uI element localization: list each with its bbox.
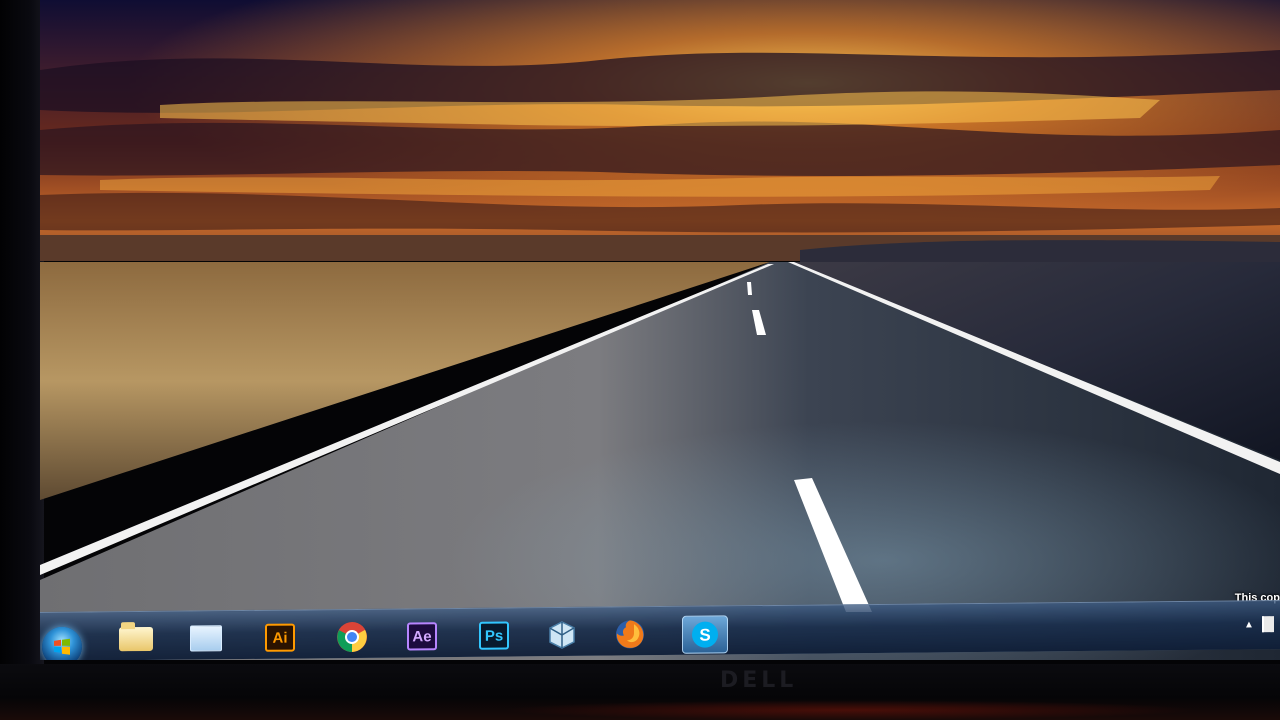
- firefox-icon: [616, 620, 644, 649]
- taskbar-explorer-button[interactable]: [114, 621, 158, 657]
- desktop-screen: This cop Ai Ae Ps S ▲: [40, 0, 1280, 660]
- show-hidden-icons-button[interactable]: ▲: [1244, 619, 1254, 630]
- chrome-icon: [337, 622, 367, 653]
- taskbar-illustrator-button[interactable]: Ai: [258, 619, 302, 655]
- taskbar-window-button[interactable]: [184, 620, 228, 656]
- illustrator-icon: Ai: [265, 623, 295, 652]
- window-icon: [190, 625, 222, 652]
- svg-text:S: S: [699, 626, 710, 645]
- desk-reflection: [500, 700, 1200, 720]
- taskbar-firefox-button[interactable]: [608, 616, 652, 652]
- windows-logo-icon: [54, 638, 70, 655]
- action-center-flag-icon[interactable]: [1261, 616, 1274, 633]
- monitor-brand-logo: DELL: [720, 668, 798, 693]
- photoshop-icon: Ps: [479, 621, 509, 650]
- taskbar-chrome-button[interactable]: [330, 619, 374, 655]
- taskbar-3d-app-button[interactable]: [540, 617, 584, 653]
- monitor-bezel-left: [0, 0, 44, 720]
- after-effects-icon: Ae: [407, 622, 437, 651]
- start-button[interactable]: [42, 626, 82, 660]
- taskbar-photoshop-button[interactable]: Ps: [472, 617, 516, 653]
- taskbar-skype-button[interactable]: S: [682, 615, 728, 654]
- taskbar-after-effects-button[interactable]: Ae: [400, 618, 444, 654]
- system-tray: ▲: [1240, 611, 1280, 637]
- skype-icon: S: [692, 621, 718, 648]
- desktop-wallpaper: [40, 0, 1280, 660]
- 3d-box-icon: [549, 621, 575, 649]
- folder-icon: [119, 626, 153, 652]
